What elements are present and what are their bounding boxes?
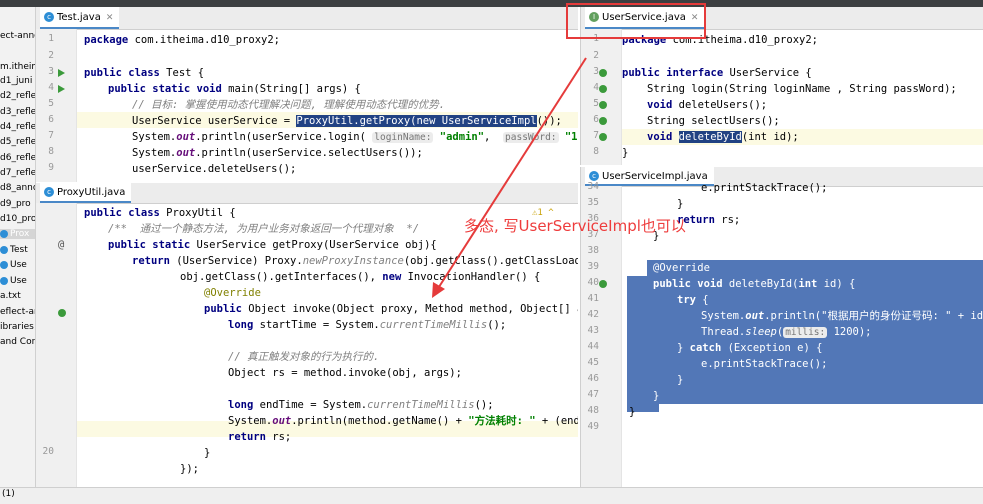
annotation-arrow [432,57,587,298]
status-bar: (1) [0,487,983,504]
status-left: (1) [2,489,15,499]
annotation-note: 多态, 写UserServiceImpl也可以 [464,217,686,235]
